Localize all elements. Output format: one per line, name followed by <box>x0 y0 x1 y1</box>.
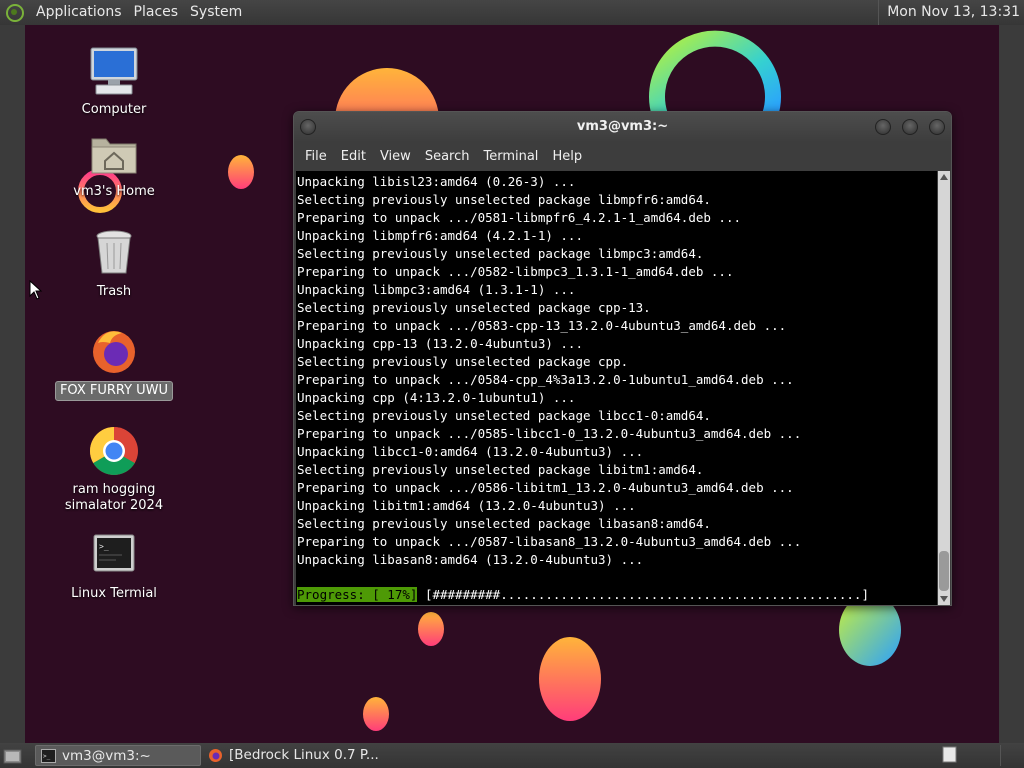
menu-view[interactable]: View <box>373 149 418 164</box>
desktop-icon-label: Trash <box>96 284 132 299</box>
terminal-line: Unpacking libmpfr6:amd64 (4.2.1-1) ... <box>297 228 583 243</box>
menu-places[interactable]: Places <box>128 0 185 25</box>
top-panel: Applications Places System Mon Nov 13, 1… <box>0 0 1024 25</box>
window-title: vm3@vm3:~ <box>576 119 669 134</box>
terminal-line: Preparing to unpack .../0586-libitm1_13.… <box>297 480 794 495</box>
progress-label: Progress: [ 17%] <box>297 587 418 602</box>
scroll-down-icon[interactable] <box>940 596 948 602</box>
terminal-line: Selecting previously unselected package … <box>297 516 711 531</box>
terminal-output[interactable]: Unpacking libisl23:amd64 (0.26-3) ... Sel… <box>296 171 937 605</box>
taskbar-item-firefox[interactable]: [Bedrock Linux 0.7 P... <box>203 745 403 766</box>
distro-logo-icon[interactable] <box>6 3 24 22</box>
terminal-window[interactable]: vm3@vm3:~ File Edit View Search Terminal… <box>293 111 952 606</box>
firefox-icon <box>209 749 222 762</box>
terminal-lines: Unpacking libisl23:amd64 (0.26-3) ... Sel… <box>296 171 937 569</box>
terminal-line: Preparing to unpack .../0583-cpp-13_13.2… <box>297 318 787 333</box>
terminal-line: Unpacking libmpc3:amd64 (1.3.1-1) ... <box>297 282 576 297</box>
desktop-icon-terminal[interactable]: >_ Linux Termial <box>54 529 174 603</box>
terminal-line: Unpacking libitm1:amd64 (13.2.0-4ubuntu3… <box>297 498 636 513</box>
terminal-line: Unpacking libcc1-0:amd64 (13.2.0-4ubuntu… <box>297 444 644 459</box>
panel-divider <box>1000 745 1022 766</box>
desktop-icon-label: FOX FURRY UWU <box>54 381 174 401</box>
show-desktop-icon[interactable] <box>3 747 23 765</box>
terminal-icon: >_ <box>88 529 140 581</box>
scrollbar-thumb[interactable] <box>939 551 949 591</box>
firefox-icon <box>88 325 140 377</box>
desktop-right-margin <box>999 25 1024 743</box>
progress-bar: [#########..............................… <box>424 587 869 602</box>
menu-system[interactable]: System <box>184 0 248 25</box>
terminal-line: Unpacking cpp-13 (13.2.0-4ubuntu3) ... <box>297 336 583 351</box>
desktop-icon-firefox[interactable]: FOX FURRY UWU <box>54 325 174 401</box>
terminal-line: Selecting previously unselected package … <box>297 246 704 261</box>
desktop-left-margin <box>0 25 25 743</box>
terminal-line: Unpacking cpp (4:13.2.0-1ubuntu1) ... <box>297 390 576 405</box>
terminal-line: Selecting previously unselected package … <box>297 354 629 369</box>
taskbar-item-label: [Bedrock Linux 0.7 P... <box>229 747 379 763</box>
terminal-line: Selecting previously unselected package … <box>297 192 711 207</box>
apt-progress-line: Progress: [ 17%] [#########.............… <box>297 586 869 604</box>
trash-icon <box>88 227 140 279</box>
terminal-line: Unpacking libisl23:amd64 (0.26-3) ... <box>297 174 576 189</box>
scroll-up-icon[interactable] <box>940 174 948 180</box>
close-icon[interactable] <box>929 119 945 135</box>
terminal-line: Selecting previously unselected package … <box>297 408 711 423</box>
workspace-switcher-icon[interactable] <box>942 746 958 764</box>
desktop-icon-label: Linux Termial <box>71 586 157 601</box>
menu-search[interactable]: Search <box>418 149 477 164</box>
menu-terminal[interactable]: Terminal <box>476 149 545 164</box>
terminal-line: Preparing to unpack .../0581-libmpfr6_4.… <box>297 210 742 225</box>
terminal-line: Preparing to unpack .../0584-cpp_4%3a13.… <box>297 372 794 387</box>
terminal-menubar: File Edit View Search Terminal Help <box>294 142 951 170</box>
menu-edit[interactable]: Edit <box>334 149 373 164</box>
terminal-titlebar[interactable]: vm3@vm3:~ <box>294 112 951 142</box>
minimize-icon[interactable] <box>875 119 891 135</box>
terminal-line: Selecting previously unselected package … <box>297 300 651 315</box>
desktop-icon-label: ram hogging simalator 2024 <box>64 482 164 513</box>
desktop-icon-trash[interactable]: Trash <box>54 227 174 301</box>
terminal-line: Unpacking libasan8:amd64 (13.2.0-4ubuntu… <box>297 552 644 567</box>
panel-clock[interactable]: Mon Nov 13, 13:31 <box>878 0 1020 25</box>
home-folder-icon <box>88 127 140 179</box>
menu-file[interactable]: File <box>298 149 334 164</box>
taskbar-item-label: vm3@vm3:~ <box>62 748 151 764</box>
menu-applications[interactable]: Applications <box>30 0 128 25</box>
desktop-icon-label: Computer <box>81 102 147 117</box>
menu-help[interactable]: Help <box>545 149 589 164</box>
desktop-icon-label: vm3's Home <box>73 184 155 199</box>
svg-text:>_: >_ <box>43 753 51 760</box>
terminal-line: Preparing to unpack .../0585-libcc1-0_13… <box>297 426 802 441</box>
terminal-icon: >_ <box>41 749 56 763</box>
desktop-icon-chrome[interactable]: ram hogging simalator 2024 <box>54 425 174 515</box>
desktop-icon-home[interactable]: vm3's Home <box>54 127 174 201</box>
window-menu-icon[interactable] <box>300 119 316 135</box>
maximize-icon[interactable] <box>902 119 918 135</box>
taskbar-item-terminal[interactable]: >_ vm3@vm3:~ <box>35 745 201 766</box>
terminal-scrollbar[interactable] <box>938 171 950 605</box>
mouse-pointer-icon <box>29 280 43 300</box>
terminal-line: Preparing to unpack .../0582-libmpc3_1.3… <box>297 264 734 279</box>
terminal-line: Selecting previously unselected package … <box>297 462 704 477</box>
bottom-panel: >_ vm3@vm3:~ [Bedrock Linux 0.7 P... <box>0 743 1024 768</box>
chrome-icon <box>88 425 140 477</box>
terminal-line: Preparing to unpack .../0587-libasan8_13… <box>297 534 802 549</box>
desktop-icon-computer[interactable]: Computer <box>54 45 174 119</box>
svg-text:>_: >_ <box>99 542 109 551</box>
computer-icon <box>88 45 140 97</box>
